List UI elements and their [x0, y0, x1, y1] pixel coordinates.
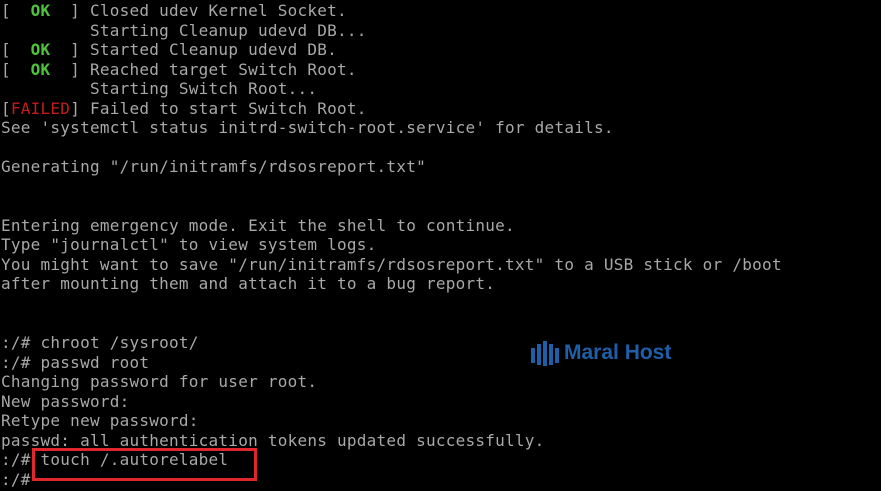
boot-line-starting-cleanup: Starting Cleanup udevd DB... — [1, 21, 367, 40]
emergency-line-save-report: You might want to save "/run/initramfs/r… — [1, 255, 782, 274]
emergency-line-after-mounting: after mounting them and attach it to a b… — [1, 274, 496, 293]
shell-line-current-prompt[interactable]: :/# — [1, 470, 41, 489]
status-bracket-close: ] — [60, 40, 90, 59]
shell-line-touch-autorelabel: :/# touch /.autorelabel — [1, 450, 228, 469]
shell-prompt: :/# — [1, 450, 41, 469]
status-bracket-open: [ — [1, 1, 21, 20]
status-bracket-open: [ — [1, 60, 21, 79]
shell-line-changing-password: Changing password for user root. — [1, 372, 318, 391]
shell-line-chroot: :/# chroot /sysroot/ — [1, 333, 199, 352]
boot-line-starting-switch-root: Starting Switch Root... — [1, 79, 318, 98]
status-failed: FAILED — [10, 99, 71, 118]
boot-message: Failed to start Switch Root. — [89, 99, 367, 118]
boot-message: Reached target Switch Root. — [89, 60, 357, 79]
shell-command: touch /.autorelabel — [40, 450, 229, 469]
terminal-console[interactable]: [ OK ] Closed udev Kernel Socket. Starti… — [0, 0, 885, 491]
status-bracket-close: ] — [60, 60, 90, 79]
emergency-line-entering: Entering emergency mode. Exit the shell … — [1, 216, 515, 235]
status-bracket-open: [ — [1, 40, 21, 59]
shell-line-new-password: New password: — [1, 392, 130, 411]
boot-message: Closed udev Kernel Socket. — [89, 1, 347, 20]
status-ok: OK — [20, 1, 61, 20]
maral-host-logo-icon — [530, 339, 560, 367]
status-bracket-close: ] — [70, 99, 90, 118]
maral-host-watermark: Maral Host — [530, 335, 671, 371]
boot-line-failed-switch-root: [FAILED] Failed to start Switch Root. — [1, 99, 367, 118]
boot-line-generating-report: Generating "/run/initramfs/rdsosreport.t… — [1, 157, 426, 176]
shell-line-passwd-success: passwd: all authentication tokens update… — [1, 431, 545, 450]
status-ok: OK — [20, 40, 61, 59]
boot-line-started-cleanup: [ OK ] Started Cleanup udevd DB. — [1, 40, 337, 59]
status-bracket-open: [ — [1, 99, 11, 118]
watermark-text: Maral Host — [564, 341, 672, 364]
shell-line-passwd-root: :/# passwd root — [1, 353, 150, 372]
status-bracket-close: ] — [60, 1, 90, 20]
emergency-line-journalctl: Type "journalctl" to view system logs. — [1, 235, 377, 254]
boot-message: Started Cleanup udevd DB. — [89, 40, 338, 59]
boot-line-reached-switch-root: [ OK ] Reached target Switch Root. — [1, 60, 357, 79]
status-ok: OK — [20, 60, 61, 79]
right-border — [881, 0, 885, 491]
boot-line-see-systemctl: See 'systemctl status initrd-switch-root… — [1, 118, 614, 137]
shell-line-retype-password: Retype new password: — [1, 411, 199, 430]
boot-line-closed-udev-socket: [ OK ] Closed udev Kernel Socket. — [1, 1, 347, 20]
